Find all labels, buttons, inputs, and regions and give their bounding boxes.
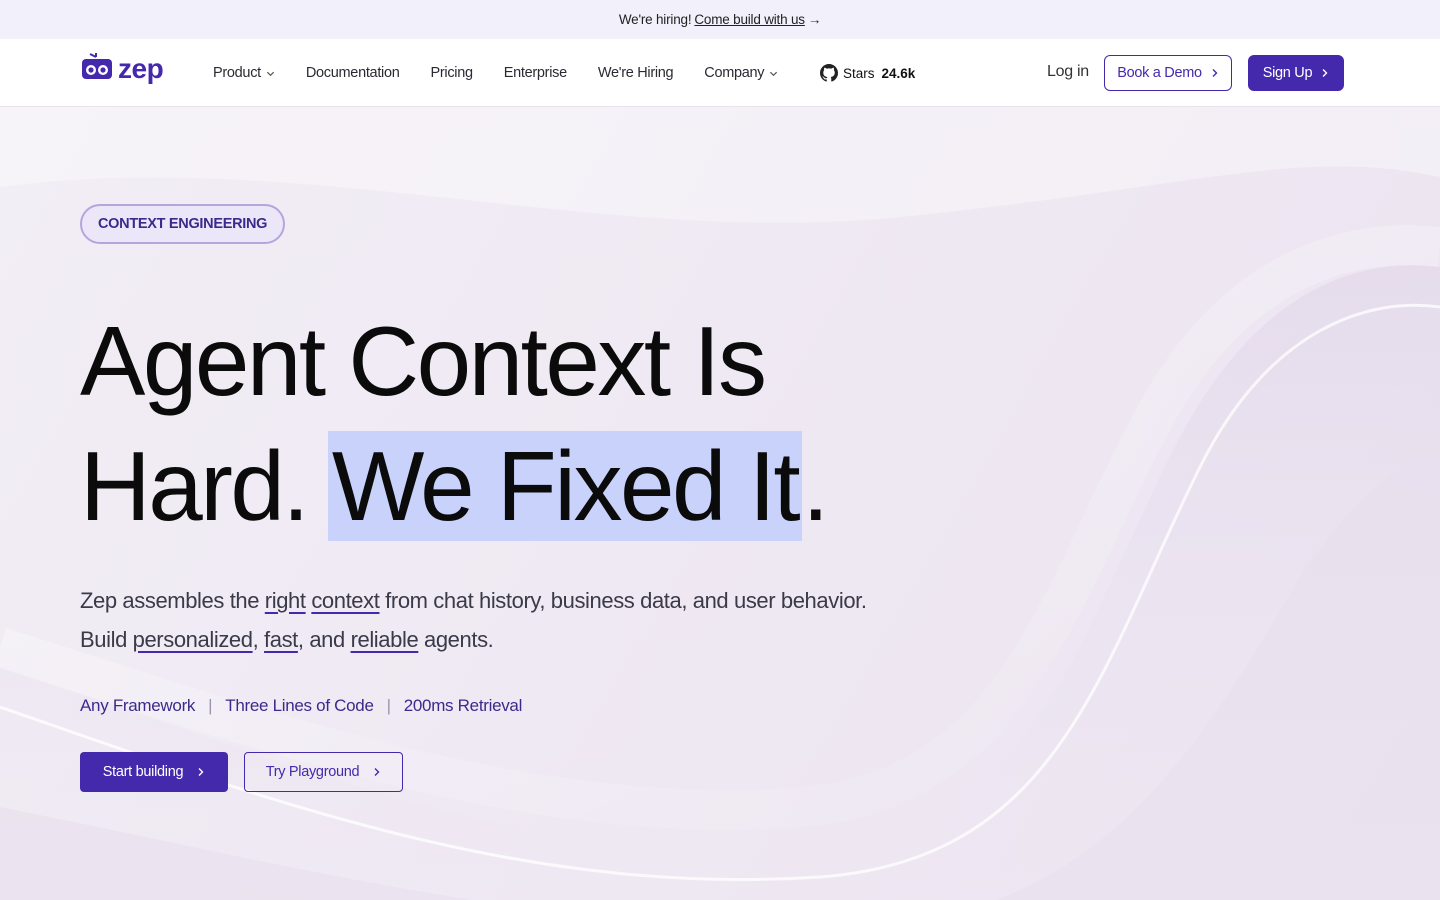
subtitle-link-personalized[interactable]: personalized	[133, 627, 253, 652]
chevron-right-icon	[1212, 69, 1218, 77]
book-demo-label: Book a Demo	[1117, 65, 1202, 81]
robot-logo-icon	[80, 52, 114, 87]
banner-text: We're hiring!	[618, 12, 692, 27]
menu-item-pricing[interactable]: Pricing	[430, 65, 474, 81]
banner-link[interactable]: Come build with us	[694, 12, 805, 27]
chevron-right-icon	[198, 768, 204, 776]
subtitle-text: , and	[297, 627, 351, 652]
start-building-label: Start building	[102, 764, 184, 780]
try-playground-label: Try Playground	[265, 764, 360, 780]
github-stars-count: 24.6k	[881, 65, 916, 81]
menu-item-documentation[interactable]: Documentation	[306, 65, 400, 81]
github-icon	[820, 64, 838, 82]
subtitle-link-right[interactable]: right	[265, 588, 306, 613]
feature-separator: |	[208, 696, 213, 715]
github-stars-link[interactable]: Stars 24.6k	[820, 39, 915, 107]
menu-item-product[interactable]: Product	[213, 65, 275, 81]
menu-item-company[interactable]: Company	[704, 65, 778, 81]
context-engineering-tag: CONTEXT ENGINEERING	[80, 204, 286, 244]
book-demo-button[interactable]: Book a Demo	[1104, 55, 1232, 91]
github-stars-label: Stars	[843, 65, 875, 81]
subtitle-link-context[interactable]: context	[311, 588, 380, 613]
hero-subtitle-line1: Zep assembles the right context from cha…	[80, 588, 867, 614]
chevron-down-icon	[770, 71, 778, 76]
menu-item-label: Pricing	[430, 65, 474, 81]
headline-highlight: We Fixed It	[327, 431, 803, 541]
headline-period: .	[802, 431, 829, 541]
menu-item-label: Product	[213, 65, 261, 81]
hero-headline-line2: Hard. We Fixed It.	[80, 431, 829, 541]
feature-list: Any Framework | Three Lines of Code | 20…	[80, 696, 522, 716]
subtitle-text: Build	[80, 627, 133, 652]
menu-item-enterprise[interactable]: Enterprise	[504, 65, 567, 81]
menu-item-label: Enterprise	[503, 65, 567, 81]
logo[interactable]: zep	[80, 52, 164, 87]
arrow-right-icon: →	[807, 12, 822, 27]
subtitle-link-reliable[interactable]: reliable	[351, 627, 419, 652]
menu-item-label: We're Hiring	[597, 65, 674, 81]
chevron-right-icon	[374, 768, 380, 776]
headline-plain: Hard.	[80, 431, 310, 541]
subtitle-link-fast[interactable]: fast	[264, 627, 298, 652]
menu-item-hiring[interactable]: We're Hiring	[597, 65, 674, 81]
subtitle-text: agents.	[418, 627, 494, 652]
subtitle-text: ,	[252, 627, 265, 652]
hero-subtitle-line2: Build personalized, fast, and reliable a…	[80, 627, 494, 653]
start-building-button[interactable]: Start building	[80, 752, 228, 792]
feature-separator: |	[386, 696, 391, 715]
feature-retrieval: 200ms Retrieval	[403, 696, 523, 715]
login-link[interactable]: Log in	[1047, 63, 1089, 81]
sign-up-label: Sign Up	[1262, 65, 1313, 81]
hiring-banner: We're hiring! Come build with us →	[0, 0, 1440, 39]
chevron-down-icon	[266, 71, 274, 76]
subtitle-text: from chat history, business data, and us…	[379, 588, 867, 613]
hero-headline-line1: Agent Context Is	[80, 306, 767, 416]
sign-up-button[interactable]: Sign Up	[1248, 55, 1344, 91]
menu-item-label: Documentation	[305, 65, 400, 81]
main-menu: Product Documentation Pricing Enterprise…	[213, 39, 809, 107]
subtitle-text: Zep assembles the	[80, 588, 265, 613]
logo-text: zep	[118, 53, 164, 84]
top-navigation: zep Product Documentation Pricing Enterp…	[0, 39, 1440, 107]
feature-three-lines: Three Lines of Code	[225, 696, 374, 715]
try-playground-button[interactable]: Try Playground	[244, 752, 403, 792]
menu-item-label: Company	[704, 65, 765, 81]
hero-section: CONTEXT ENGINEERING Agent Context Is Har…	[0, 107, 1440, 900]
feature-any-framework: Any Framework	[80, 696, 196, 715]
chevron-right-icon	[1322, 69, 1328, 77]
